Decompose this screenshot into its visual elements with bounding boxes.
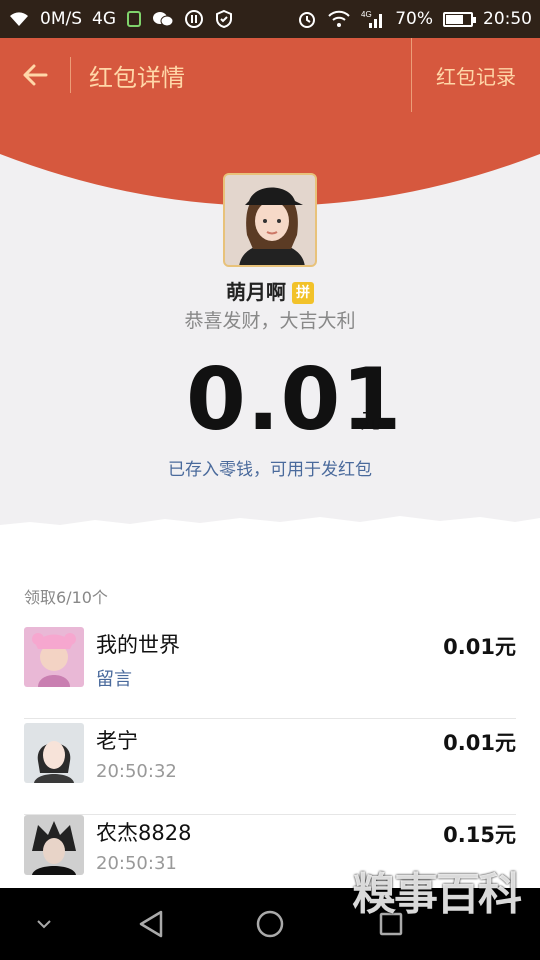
watermark: 糗事百科 (352, 869, 522, 920)
cell-signal-icon: 4G (361, 9, 385, 29)
list-item[interactable]: 我的世界 留言 0.01元 (24, 627, 516, 719)
cell-signal-label: 4G (361, 10, 372, 19)
pause-icon (184, 9, 204, 29)
sender-avatar[interactable] (223, 173, 317, 267)
red-packet-records-button[interactable]: 红包记录 (411, 38, 540, 112)
network-speed: 0M/S (40, 9, 83, 29)
hide-nav-button[interactable] (24, 888, 64, 960)
recipient-avatar (24, 815, 84, 875)
group-badge: 拼 (292, 282, 314, 304)
recipient-avatar (24, 723, 84, 783)
amount-unit: 元 (360, 409, 381, 433)
saved-to-change-link[interactable]: 已存入零钱，可用于发红包 (0, 455, 540, 480)
back-button[interactable] (0, 38, 70, 112)
back-nav-button[interactable] (126, 888, 176, 960)
recipient-avatar (24, 627, 84, 687)
divider (70, 57, 71, 93)
app-notification-icon (126, 10, 142, 28)
top-bar: 红包详情 红包记录 (0, 38, 540, 112)
claimed-count: 领取6/10个 (24, 588, 108, 607)
claim-time: 20:50:32 (96, 761, 177, 782)
recipient-amount: 0.01元 (443, 635, 516, 659)
chevron-down-icon (37, 920, 51, 929)
network-type: 4G (92, 9, 117, 29)
shield-check-icon (214, 9, 234, 29)
battery-icon (443, 11, 476, 27)
battery-percent: 70% (395, 9, 433, 29)
clock: 20:50 (483, 9, 532, 29)
recipient-name: 我的世界 (96, 633, 180, 657)
status-bar: 0M/S 4G 4G 70% 20:50 (0, 0, 540, 38)
battery-level-fill (446, 14, 463, 24)
wechat-icon (152, 10, 174, 28)
sender-name: 萌月啊 (226, 280, 286, 304)
alarm-icon (297, 9, 317, 29)
claim-time: 20:50:31 (96, 853, 177, 874)
circle-home-icon (256, 910, 284, 938)
wifi-icon (8, 10, 30, 28)
wifi-signal-icon (327, 10, 351, 28)
leave-message-link[interactable]: 留言 (96, 665, 132, 691)
sender-info: 萌月啊拼 (0, 276, 540, 305)
received-amount: 0.01 (186, 350, 403, 450)
recipient-name: 农杰8828 (96, 821, 192, 845)
recipient-amount: 0.15元 (443, 823, 516, 847)
blessing-message: 恭喜发财，大吉大利 (184, 310, 356, 332)
page-title: 红包详情 (89, 63, 185, 92)
recipient-amount: 0.01元 (443, 731, 516, 755)
recipient-name: 老宁 (96, 729, 138, 753)
home-nav-button[interactable] (244, 888, 296, 960)
back-arrow-icon (23, 64, 48, 86)
list-item[interactable]: 老宁 20:50:32 0.01元 (24, 723, 516, 815)
triangle-back-icon (139, 910, 163, 938)
